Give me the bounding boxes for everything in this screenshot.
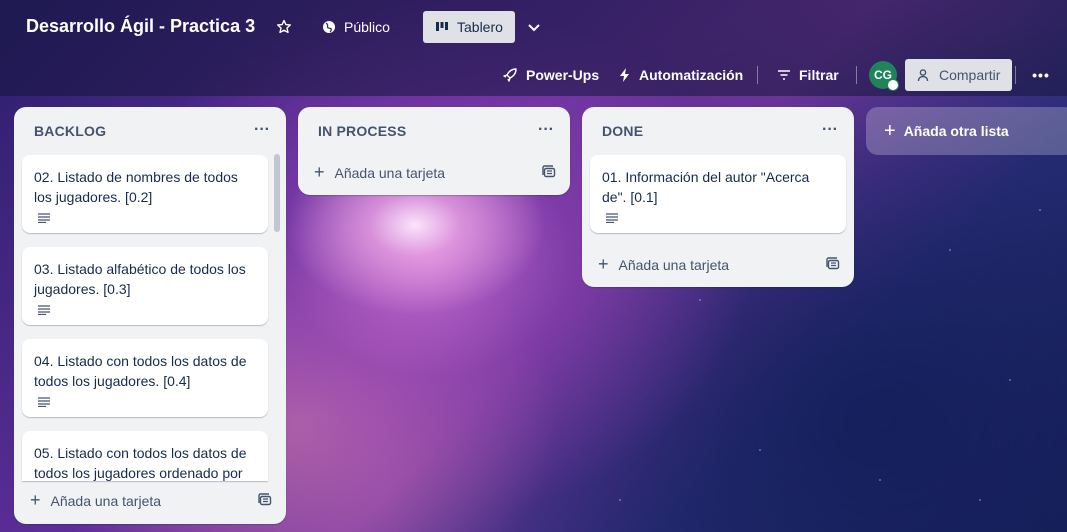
star-button[interactable]: [272, 11, 296, 43]
list-title[interactable]: IN PROCESS: [318, 123, 406, 139]
filter-button[interactable]: Filtrar: [777, 59, 839, 91]
card-template-icon[interactable]: [826, 257, 840, 271]
list-card[interactable]: 05. Listado con todos los datos de todos…: [22, 431, 268, 481]
filter-label: Filtrar: [799, 67, 839, 83]
avatar[interactable]: CG: [869, 61, 899, 91]
plus-icon: +: [30, 490, 41, 510]
admin-badge-icon: [887, 79, 899, 91]
more-icon: •••: [1032, 67, 1050, 83]
card-template-icon[interactable]: [542, 165, 556, 179]
rocket-icon: [503, 68, 517, 82]
header-divider: [757, 66, 758, 84]
list-card[interactable]: 01. Información del autor "Acerca de". […: [590, 155, 846, 233]
powerups-button[interactable]: Power-Ups: [502, 59, 599, 91]
card-title: 01. Información del autor "Acerca de". […: [602, 169, 810, 205]
board-view-icon: [436, 22, 448, 31]
more-icon: ···: [254, 121, 270, 138]
list-backlog: BACKLOG ··· 02. Listado de nombres de to…: [14, 107, 286, 524]
list-card[interactable]: 02. Listado de nombres de todos los juga…: [22, 155, 268, 233]
header-divider: [856, 66, 857, 84]
card-title: 05. Listado con todos los datos de todos…: [34, 445, 247, 481]
list-title[interactable]: DONE: [602, 123, 643, 139]
lightning-icon: [620, 68, 629, 82]
board-view-button[interactable]: Tablero: [423, 11, 515, 43]
filter-icon: [778, 70, 790, 80]
card-title: 02. Listado de nombres de todos los juga…: [34, 169, 238, 205]
add-card-label: Añada una tarjeta: [50, 492, 162, 509]
add-card-button[interactable]: + Añada una tarjeta: [314, 162, 445, 183]
more-icon: ···: [538, 121, 554, 138]
add-card-label: Añada una tarjeta: [334, 164, 446, 181]
plus-icon: +: [598, 254, 609, 274]
chevron-down-icon: [528, 24, 540, 32]
add-card-label: Añada una tarjeta: [618, 256, 730, 273]
list-menu-button[interactable]: ···: [822, 121, 838, 139]
more-icon: ···: [822, 121, 838, 138]
share-button[interactable]: Compartir: [905, 59, 1013, 91]
description-icon: [606, 213, 618, 223]
add-card-button[interactable]: + Añada una tarjeta: [598, 254, 729, 275]
list-card[interactable]: 03. Listado alfabético de todos los juga…: [22, 247, 268, 325]
share-label: Compartir: [939, 67, 1001, 83]
description-icon: [38, 213, 50, 223]
board-header: Desarrollo Ágil - Practica 3 Público Tab…: [0, 0, 1067, 96]
automation-label: Automatización: [639, 67, 744, 83]
list-done: DONE ··· 01. Información del autor "Acer…: [582, 107, 854, 287]
add-person-icon: [917, 69, 929, 82]
list-title[interactable]: BACKLOG: [34, 123, 106, 139]
list-menu-button[interactable]: ···: [254, 121, 270, 139]
powerups-label: Power-Ups: [526, 67, 600, 83]
header-divider: [1015, 66, 1016, 84]
list-menu-button[interactable]: ···: [538, 121, 554, 139]
board-view-label: Tablero: [457, 19, 503, 35]
card-template-icon[interactable]: [258, 493, 272, 507]
star-icon: [277, 19, 291, 34]
automation-button[interactable]: Automatización: [619, 59, 743, 91]
card-title: 03. Listado alfabético de todos los juga…: [34, 261, 246, 297]
more-menu-button[interactable]: •••: [1028, 59, 1054, 91]
description-icon: [38, 397, 50, 407]
globe-icon: [323, 21, 335, 33]
card-title: 04. Listado con todos los datos de todos…: [34, 353, 247, 389]
visibility-button[interactable]: Público: [322, 11, 390, 43]
add-list-label: Añada otra lista: [903, 123, 1009, 139]
plus-icon: +: [884, 119, 896, 142]
list-scrollbar[interactable]: [274, 154, 280, 232]
view-switcher-button[interactable]: [521, 11, 547, 43]
visibility-label: Público: [344, 19, 390, 35]
plus-icon: +: [314, 162, 325, 182]
list-card[interactable]: 04. Listado con todos los datos de todos…: [22, 339, 268, 417]
list-in-process: IN PROCESS ··· + Añada una tarjeta: [298, 107, 570, 195]
add-card-button[interactable]: + Añada una tarjeta: [30, 490, 161, 511]
add-list-button[interactable]: + Añada otra lista: [866, 107, 1067, 155]
description-icon: [38, 305, 50, 315]
board-title[interactable]: Desarrollo Ágil - Practica 3: [26, 16, 255, 37]
